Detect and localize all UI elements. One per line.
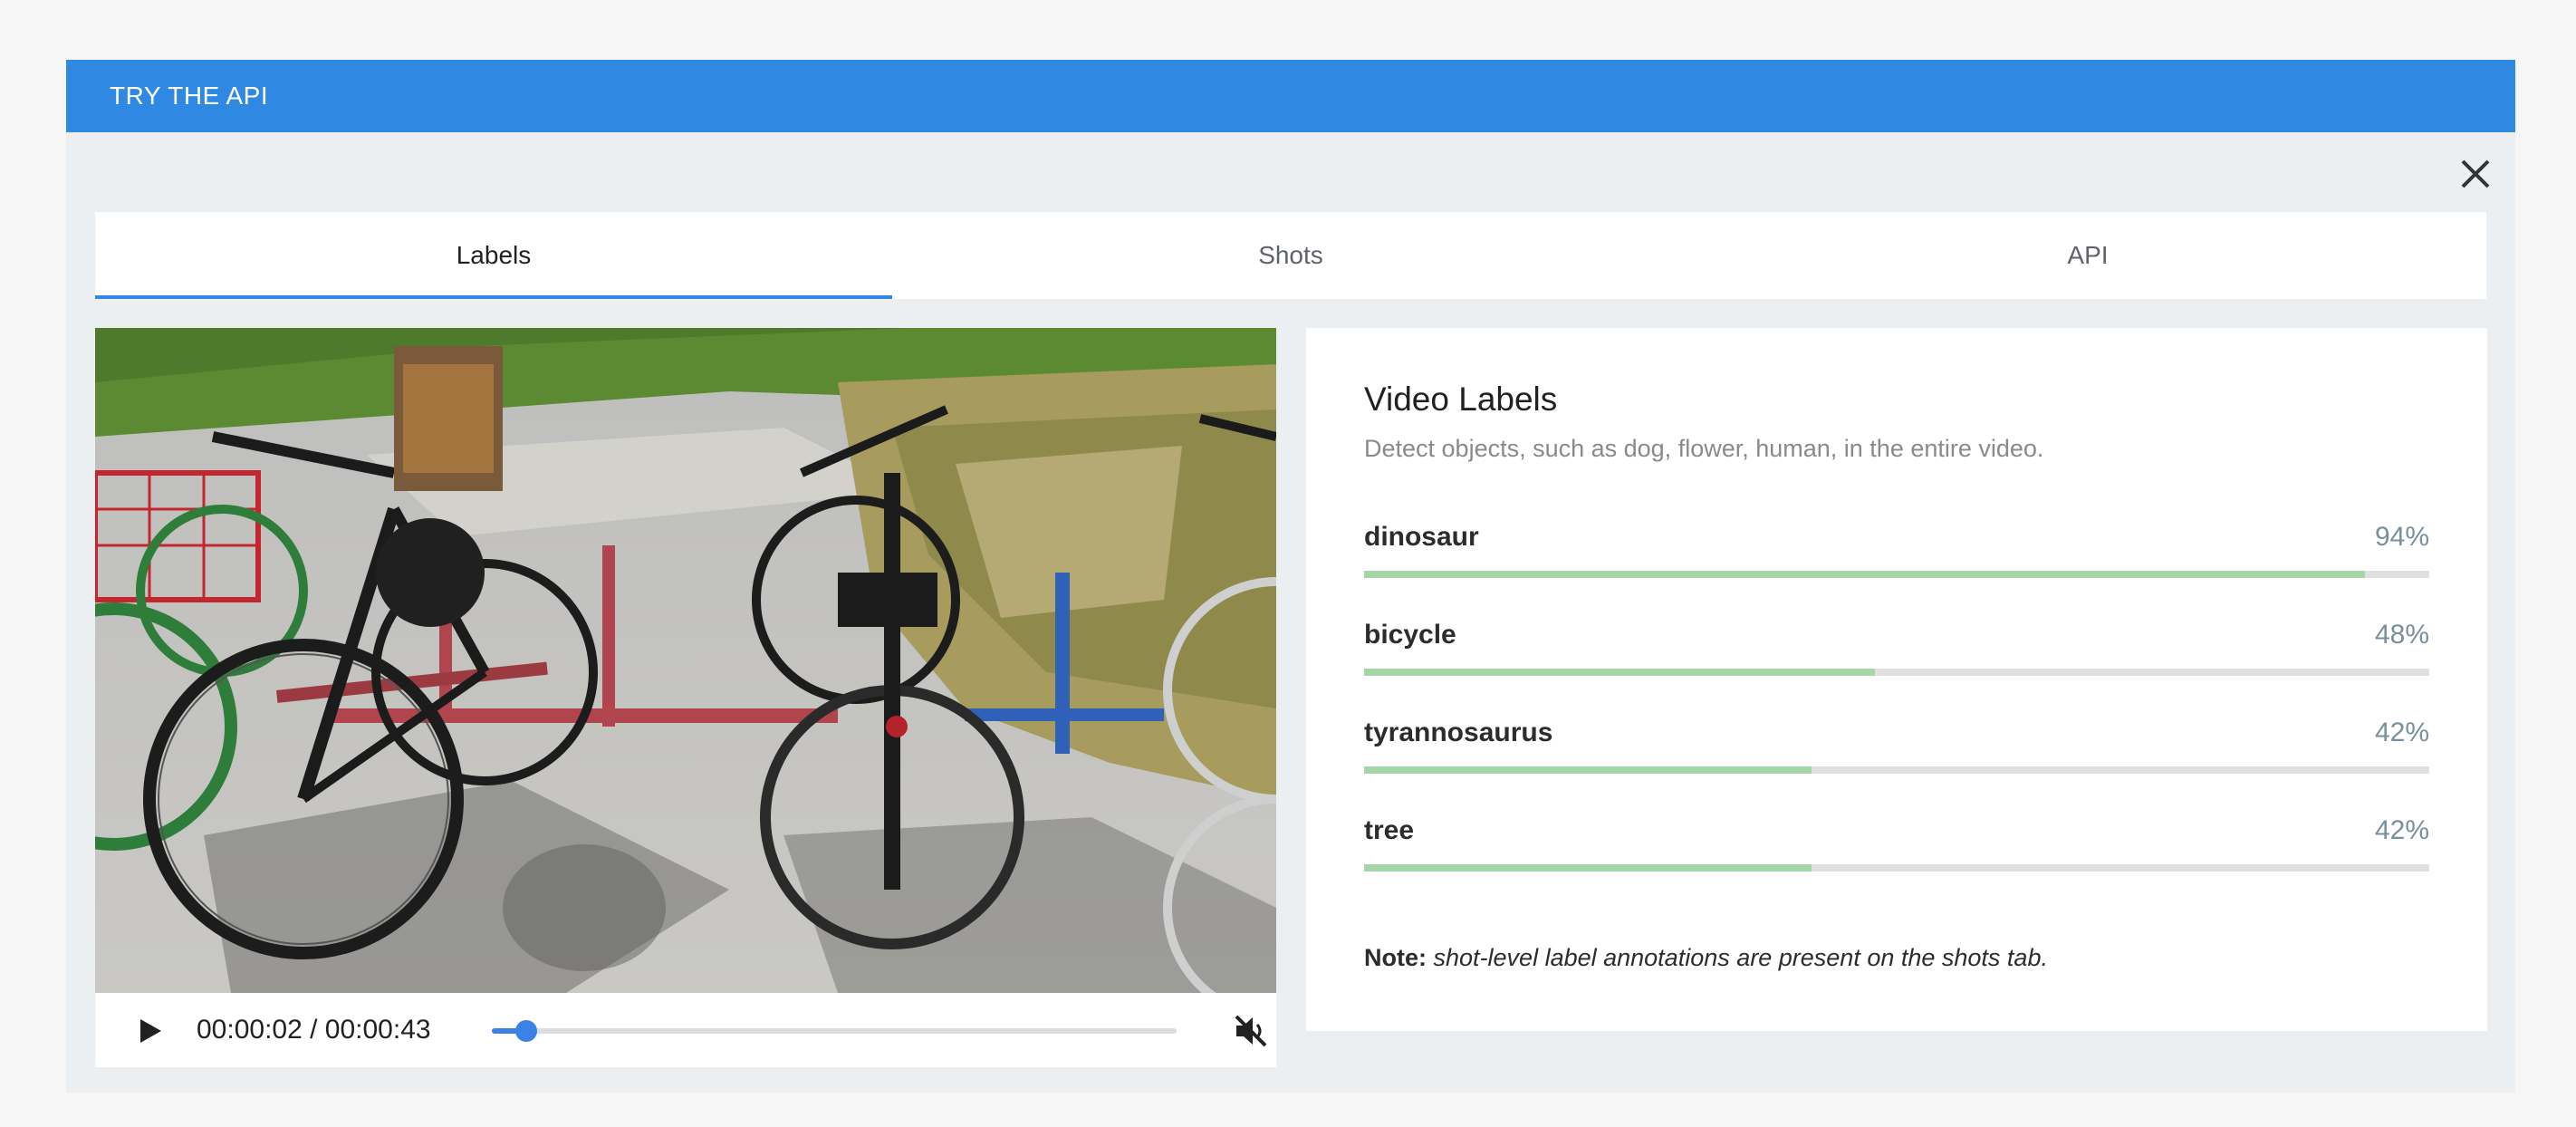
label-row: tyrannosaurus 42% <box>1364 718 2429 790</box>
confidence-bar-fill <box>1364 864 1812 872</box>
tab-label: Labels <box>456 241 532 269</box>
label-name: bicycle <box>1364 620 1456 650</box>
tab-bar: Labels Shots API <box>95 212 2486 299</box>
label-confidence: 94% <box>2374 522 2429 552</box>
note-body: shot-level label annotations are present… <box>1433 944 2048 971</box>
label-confidence: 48% <box>2374 620 2429 650</box>
video-frame[interactable] <box>95 328 1276 993</box>
close-button[interactable] <box>2456 154 2495 194</box>
tab-api[interactable]: API <box>1689 212 2486 299</box>
confidence-bar-fill <box>1364 766 1812 774</box>
api-demo-frame: TRY THE API Labels Shots API 00:00:02 / … <box>66 60 2515 1093</box>
tab-shots[interactable]: Shots <box>892 212 1689 299</box>
confidence-bar <box>1364 669 2429 676</box>
video-image <box>95 328 1276 993</box>
label-row: tree 42% <box>1364 815 2429 888</box>
close-icon <box>2461 159 2490 188</box>
player-controls: 00:00:02 / 00:00:43 <box>95 993 1276 1067</box>
mute-button[interactable] <box>1233 1013 1269 1049</box>
header-title: TRY THE API <box>110 82 269 110</box>
label-confidence: 42% <box>2374 718 2429 747</box>
label-name: tree <box>1364 815 1415 845</box>
note-text: Note: shot-level label annotations are p… <box>1364 944 2048 972</box>
volume-off-icon <box>1235 1015 1267 1047</box>
panel-title: Video Labels <box>1364 380 1558 418</box>
labels-panel: Video Labels Detect objects, such as dog… <box>1306 328 2487 1031</box>
confidence-bar <box>1364 571 2429 578</box>
seek-bar[interactable] <box>492 1020 1177 1042</box>
tab-label: API <box>2067 241 2109 269</box>
note-label: Note: <box>1364 944 1427 971</box>
tab-labels[interactable]: Labels <box>95 212 892 299</box>
confidence-bar <box>1364 766 2429 774</box>
play-icon <box>140 1019 161 1043</box>
panel-subtitle: Detect objects, such as dog, flower, hum… <box>1364 435 2044 462</box>
header-bar: TRY THE API <box>66 60 2515 132</box>
label-name: tyrannosaurus <box>1364 718 1553 747</box>
confidence-bar-fill <box>1364 669 1876 676</box>
play-button[interactable] <box>133 1015 166 1047</box>
label-row: bicycle 48% <box>1364 620 2429 692</box>
tab-label: Shots <box>1258 241 1323 269</box>
video-player: 00:00:02 / 00:00:43 <box>95 328 1276 1067</box>
seek-handle[interactable] <box>514 1020 537 1042</box>
confidence-bar-fill <box>1364 571 2366 578</box>
confidence-bar <box>1364 864 2429 872</box>
time-display: 00:00:02 / 00:00:43 <box>197 1015 431 1045</box>
label-confidence: 42% <box>2374 815 2429 845</box>
label-name: dinosaur <box>1364 522 1479 552</box>
label-row: dinosaur 94% <box>1364 522 2429 594</box>
